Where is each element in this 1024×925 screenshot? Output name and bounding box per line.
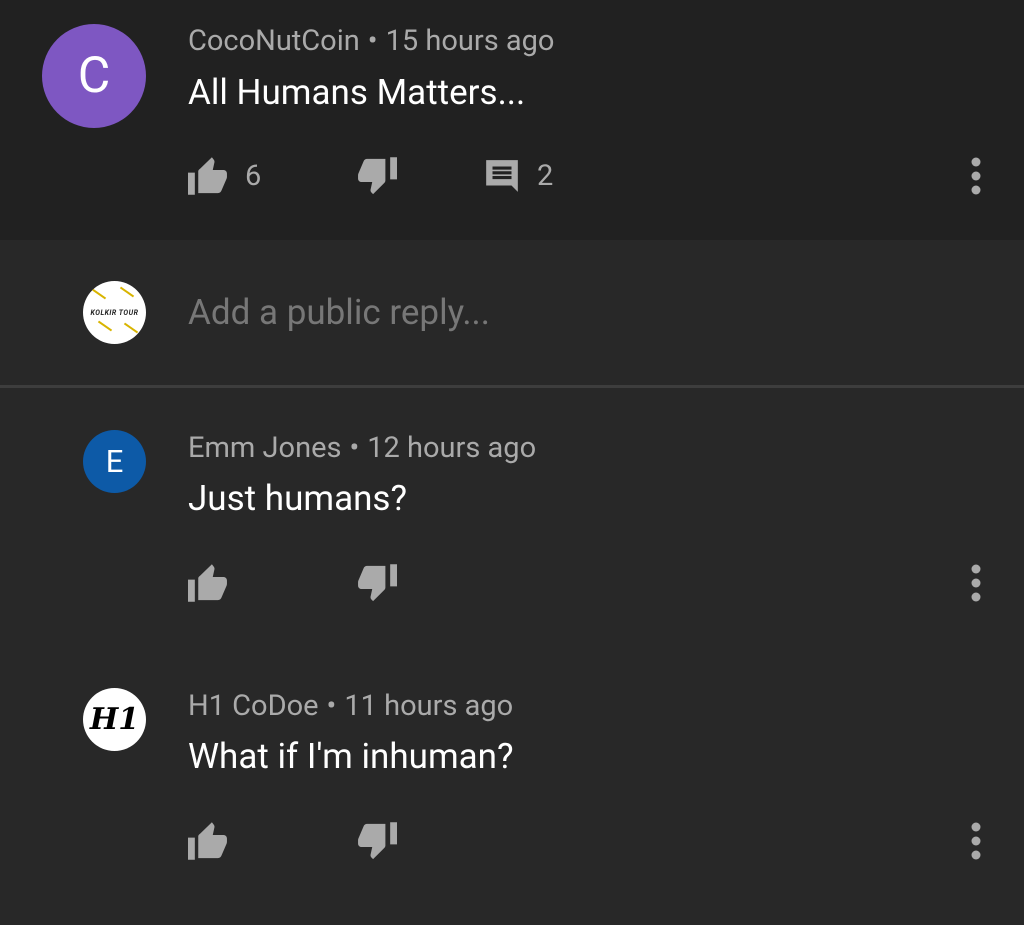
dislike-button[interactable] — [356, 558, 397, 608]
thumb-up-icon — [188, 822, 227, 860]
avatar-letter: H1 — [89, 702, 140, 737]
comment-actions — [0, 816, 1024, 866]
meta-separator: • — [349, 431, 360, 465]
thumb-up-icon — [188, 157, 227, 195]
like-button[interactable]: 6 — [188, 151, 261, 201]
author-avatar[interactable]: E — [83, 430, 146, 493]
reply-count: 2 — [537, 159, 554, 193]
comment-time: 11 hours ago — [344, 689, 514, 723]
more-options-button[interactable] — [958, 151, 994, 201]
parent-comment: C CocoNutCoin • 15 hours ago All Humans Ma… — [0, 0, 1024, 240]
comment-text: All Humans Matters... — [188, 72, 526, 113]
meta-separator: • — [326, 689, 337, 723]
comment-time: 12 hours ago — [367, 431, 537, 465]
comment-meta: H1 CoDoe • 11 hours ago — [188, 689, 513, 723]
reply-input[interactable]: Add a public reply... — [188, 292, 490, 333]
author-name[interactable]: H1 CoDoe — [188, 689, 319, 723]
author-name[interactable]: CocoNutCoin — [188, 24, 360, 58]
like-button[interactable] — [188, 558, 229, 608]
comment-icon — [486, 160, 518, 192]
comment-actions — [0, 558, 1024, 608]
thumb-down-icon — [358, 564, 397, 602]
reply-button[interactable]: 2 — [483, 151, 553, 201]
avatar-letter: E — [105, 443, 124, 480]
author-name[interactable]: Emm Jones — [188, 431, 341, 465]
author-avatar[interactable]: C — [42, 24, 146, 128]
comment-meta: CocoNutCoin • 15 hours ago — [188, 24, 554, 58]
author-avatar[interactable]: H1 — [83, 688, 146, 751]
reply-composer — [0, 240, 1024, 386]
more-vert-icon — [971, 564, 981, 602]
more-vert-icon — [971, 157, 981, 195]
meta-separator: • — [367, 24, 378, 58]
like-button[interactable] — [188, 816, 229, 866]
user-logo-text: KOLKIR TOUR — [90, 308, 139, 317]
comment-time: 15 hours ago — [385, 24, 555, 58]
more-options-button[interactable] — [958, 816, 994, 866]
comment-meta: Emm Jones • 12 hours ago — [188, 431, 536, 465]
thumb-down-icon — [358, 157, 397, 195]
dislike-button[interactable] — [356, 151, 397, 201]
dislike-button[interactable] — [356, 816, 397, 866]
comment-text: Just humans? — [188, 478, 408, 519]
avatar-letter: C — [77, 47, 111, 105]
thumb-up-icon — [188, 564, 227, 602]
thumb-down-icon — [358, 822, 397, 860]
current-user-avatar[interactable]: KOLKIR TOUR — [83, 281, 146, 344]
divider — [0, 385, 1024, 388]
more-vert-icon — [971, 822, 981, 860]
like-count: 6 — [245, 159, 262, 193]
more-options-button[interactable] — [958, 558, 994, 608]
comment-actions: 6 2 — [0, 151, 1024, 201]
comment-text: What if I'm inhuman? — [188, 736, 514, 777]
